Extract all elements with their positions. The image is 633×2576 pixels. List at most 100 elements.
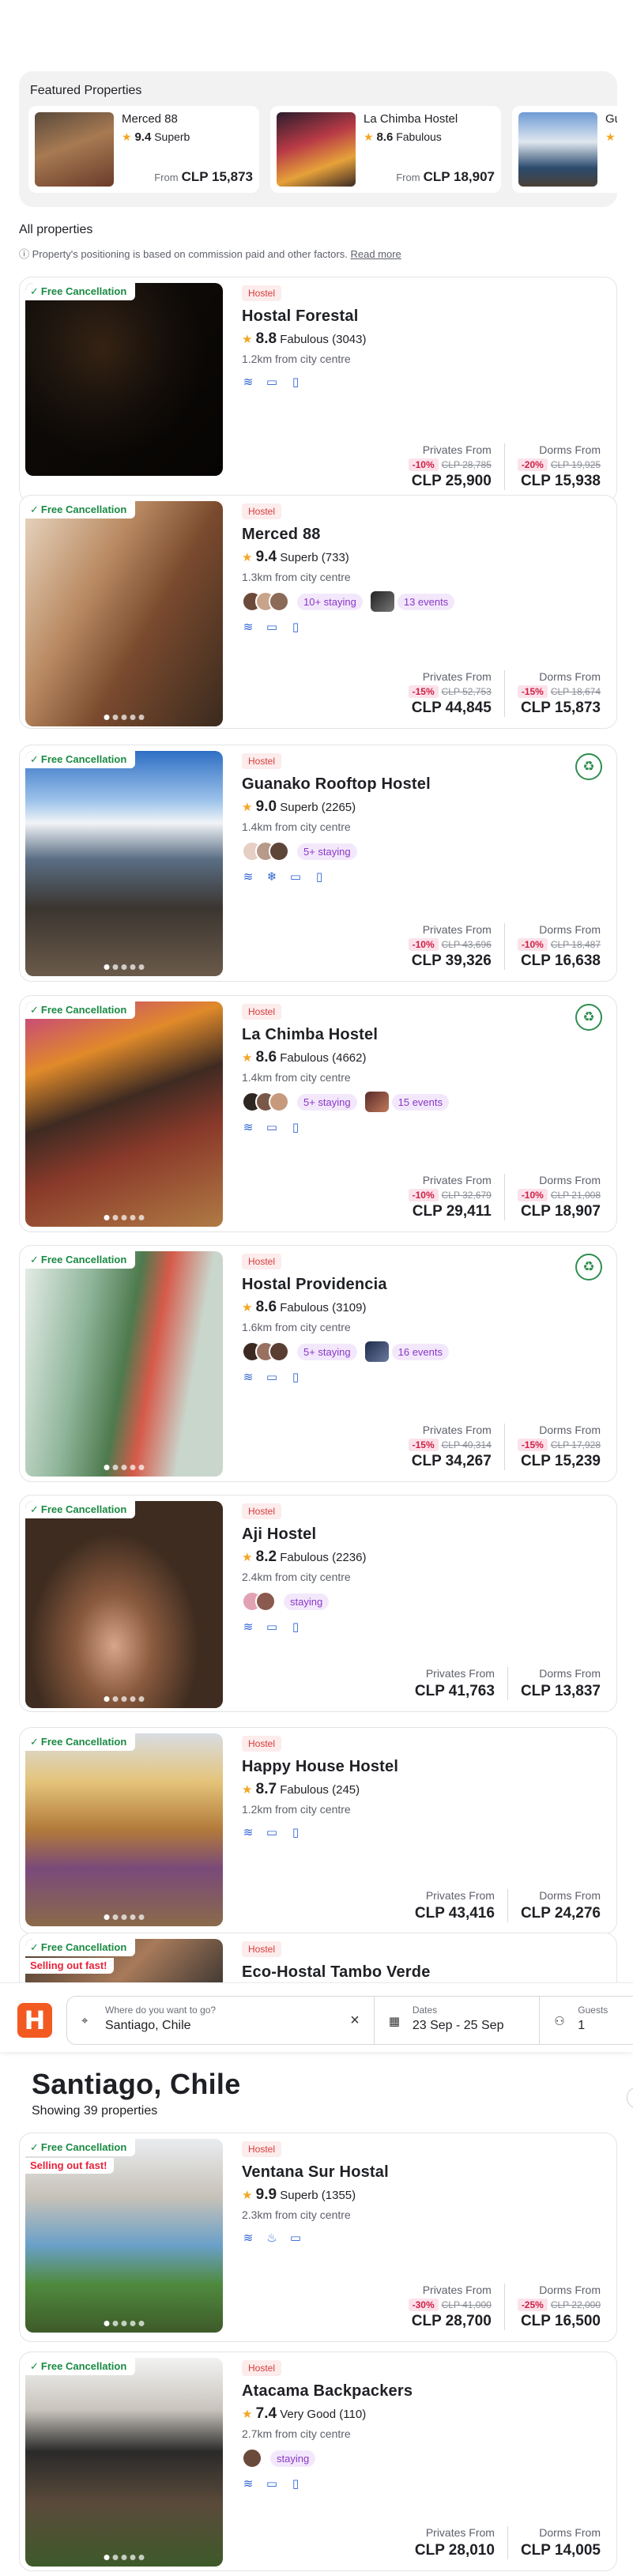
- locker-icon: ▯: [292, 620, 300, 634]
- dates-field[interactable]: ▦ Dates 23 Sep - 25 Sep: [375, 1997, 541, 2044]
- price-value: CLP 18,907: [423, 169, 495, 184]
- carousel-dots[interactable]: [104, 2321, 145, 2326]
- carousel-dots[interactable]: [104, 964, 145, 970]
- star-icon: ★: [242, 1551, 253, 1564]
- rating: ★ 8.7 Fabulous (245): [242, 1781, 609, 1798]
- property-photo[interactable]: ✓ Free Cancellation: [25, 1501, 223, 1708]
- property-name[interactable]: Eco-Hostal Tambo Verde: [242, 1963, 609, 1982]
- privates-label: Privates From: [422, 443, 492, 456]
- property-name[interactable]: La Chimba Hostel: [242, 1026, 609, 1044]
- destination-label: Where do you want to go?: [105, 2005, 217, 2016]
- property-card[interactable]: ✓ Free Cancellation Hostel Merced 88 ★ 9.…: [19, 495, 617, 729]
- hostelworld-logo[interactable]: H: [17, 2003, 52, 2038]
- property-photo[interactable]: ✓ Free Cancellation: [25, 283, 223, 476]
- social-row[interactable]: 5+ staying: [242, 841, 609, 862]
- property-photo[interactable]: ✓ Free Cancellation: [25, 1001, 223, 1227]
- linen-icon: ▭: [289, 2231, 302, 2245]
- clear-icon[interactable]: ×: [350, 2012, 360, 2030]
- event-thumbnail: [364, 1092, 389, 1112]
- check-icon: ✓: [30, 2360, 39, 2372]
- property-photo[interactable]: ✓ Free Cancellation: [25, 2358, 223, 2567]
- free-cancellation-badge: ✓ Free Cancellation: [25, 2358, 136, 2375]
- property-name[interactable]: Aji Hostel: [242, 1526, 609, 1544]
- property-photo[interactable]: ✓ Free Cancellation: [25, 751, 223, 976]
- traveller-avatars: [242, 1341, 289, 1362]
- dates-label: Dates: [412, 2005, 438, 2016]
- guests-field[interactable]: ⚇ Guests 1: [540, 1997, 633, 2044]
- guests-value[interactable]: 1: [578, 2019, 633, 2033]
- wifi-icon: ≋: [243, 1121, 254, 1134]
- property-card[interactable]: ✓ Free Cancellation ♻ Hostel La Chimba Ho…: [19, 995, 617, 1232]
- star-icon: ★: [242, 1301, 253, 1314]
- social-row[interactable]: 5+ staying 15 events: [242, 1092, 609, 1112]
- read-more-link[interactable]: Read more: [350, 248, 401, 260]
- events-pill: 15 events: [391, 1093, 449, 1111]
- rating: ★ 8.6 Fabulous (3109): [242, 1299, 609, 1316]
- wifi-icon: ≋: [243, 1371, 254, 1384]
- rating: ★ 8.6 Fabulous (4662): [242, 1049, 609, 1066]
- property-name[interactable]: Ventana Sur Hostal: [242, 2163, 609, 2182]
- carousel-dots[interactable]: [104, 1696, 145, 1702]
- dorms-label: Dorms From: [539, 670, 601, 683]
- property-card[interactable]: ✓ Free Cancellation Selling out fast! Hos…: [19, 2133, 617, 2342]
- prices: Privates From -10% CLP 43,696 CLP 39,326 …: [402, 923, 607, 970]
- social-row[interactable]: 5+ staying 16 events: [242, 1341, 609, 1362]
- property-name[interactable]: Atacama Backpackers: [242, 2382, 609, 2401]
- distance: 2.7km from city centre: [242, 2427, 351, 2440]
- check-icon: ✓: [30, 2141, 39, 2153]
- property-card[interactable]: ✓ Free Cancellation Hostel Hostal Foresta…: [19, 277, 617, 502]
- prices: Privates From -10% CLP 28,785 CLP 25,900 …: [402, 443, 607, 490]
- discount-badge: -30%: [408, 2299, 439, 2311]
- free-cancellation-badge: ✓ Free Cancellation: [25, 2139, 136, 2156]
- property-name[interactable]: Guanako Rooftop Hostel: [242, 775, 609, 794]
- carousel-dots[interactable]: [104, 1914, 145, 1920]
- distance: 1.4km from city centre: [242, 1071, 351, 1084]
- property-photo[interactable]: ✓ Free Cancellation: [25, 1733, 223, 1926]
- dorms-label: Dorms From: [539, 1424, 601, 1436]
- property-card[interactable]: ✓ Free Cancellation Hostel Happy House Ho…: [19, 1727, 617, 1934]
- social-row[interactable]: staying: [242, 1591, 609, 1612]
- discount-badge: -10%: [517, 938, 548, 951]
- property-photo[interactable]: ✓ Free Cancellation: [25, 1251, 223, 1477]
- rating-score: 9.4: [255, 549, 277, 565]
- property-card[interactable]: ✓ Free Cancellation ♻ Hostel Hostal Provi…: [19, 1245, 617, 1482]
- carousel-dots[interactable]: [104, 2555, 145, 2560]
- carousel-dots[interactable]: [104, 1215, 145, 1220]
- property-card[interactable]: ✓ Free Cancellation Hostel Atacama Backpa…: [19, 2352, 617, 2571]
- breakfast-icon: ♨: [266, 2231, 277, 2245]
- property-name[interactable]: Hostal Providencia: [242, 1276, 609, 1294]
- featured-card[interactable]: La Chimba Hostel ★ 8.6 Fabulous From CLP …: [270, 106, 501, 193]
- property-name[interactable]: Hostal Forestal: [242, 307, 609, 326]
- rating-score: 8.7: [255, 1781, 277, 1797]
- property-photo[interactable]: ✓ Free Cancellation: [25, 501, 223, 726]
- rating: ★ 7.4 Very Good (110): [242, 2405, 609, 2423]
- rating-score: 8.2: [255, 1548, 277, 1565]
- property-name[interactable]: Merced 88: [242, 526, 609, 544]
- rating: ★ 9.4 Superb (733): [242, 549, 609, 566]
- linen-icon: ▭: [266, 1121, 278, 1134]
- map-toggle-button[interactable]: [627, 2087, 633, 2109]
- carousel-dots[interactable]: [104, 715, 145, 720]
- property-photo[interactable]: ✓ Free Cancellation Selling out fast!: [25, 2139, 223, 2333]
- star-icon: ★: [242, 1051, 253, 1065]
- dates-value[interactable]: 23 Sep - 25 Sep: [413, 2019, 539, 2033]
- destination-field[interactable]: ⌖ Where do you want to go? Santiago, Chi…: [67, 1997, 375, 2044]
- social-row[interactable]: 10+ staying 13 events: [242, 591, 609, 612]
- property-card[interactable]: ✓ Free Cancellation ♻ Hostel Guanako Roof…: [19, 745, 617, 982]
- check-icon: ✓: [30, 1503, 39, 1515]
- rating: ★ 8.2 Fabulous (2236): [242, 1548, 609, 1566]
- free-cancellation-label: Free Cancellation: [40, 2141, 127, 2153]
- event-thumbnail: [370, 591, 394, 612]
- featured-card[interactable]: Guanako Rooftop Hostel ★: [512, 106, 617, 193]
- property-name[interactable]: Happy House Hostel: [242, 1758, 609, 1776]
- property-card[interactable]: ✓ Free Cancellation Hostel Aji Hostel ★ 8…: [19, 1495, 617, 1712]
- carousel-dots[interactable]: [104, 1465, 145, 1470]
- search-bar: H ⌖ Where do you want to go? Santiago, C…: [0, 1982, 633, 2052]
- free-cancellation-badge: ✓ Free Cancellation: [25, 1939, 136, 1956]
- featured-card[interactable]: Merced 88 ★ 9.4 Superb From CLP 15,873: [28, 106, 259, 193]
- from-label: From: [396, 172, 420, 183]
- distance: 1.2km from city centre: [242, 1803, 351, 1816]
- destination-value[interactable]: Santiago, Chile: [105, 2019, 374, 2033]
- info-icon: ⓘ: [19, 248, 30, 260]
- social-row[interactable]: staying: [242, 2448, 609, 2469]
